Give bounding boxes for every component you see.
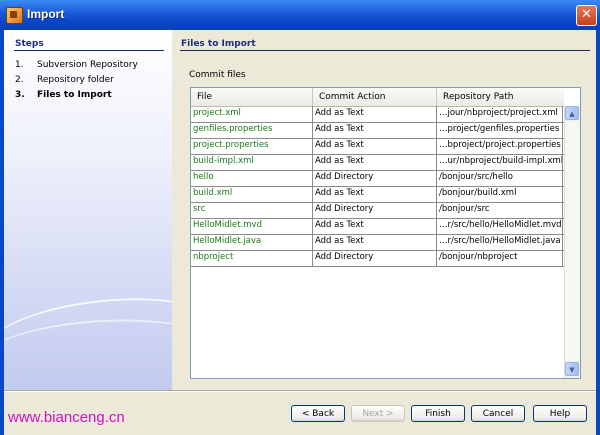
action-cell[interactable]: Add as Text [313,218,437,234]
step-number: 2. [15,75,24,85]
table-header: File Commit Action Repository Path [191,88,564,107]
file-cell: src [191,202,313,218]
path-cell: …jour/nbproject/project.xml [437,106,563,122]
scroll-up-button[interactable]: ▲ [565,106,579,120]
title-bar: Import ✕ [0,0,600,30]
close-icon: ✕ [581,7,592,22]
path-cell: /bonjour/build.xml [437,186,563,202]
next-button[interactable]: Next > [351,405,405,422]
table-row[interactable]: genfiles.properties Add as Text …project… [191,122,564,139]
file-cell: project.xml [191,106,313,122]
close-button[interactable]: ✕ [576,5,597,26]
file-cell: nbproject [191,250,313,266]
table-row[interactable]: HelloMidlet.java Add as Text …r/src/hell… [191,234,564,251]
file-cell: hello [191,170,313,186]
step-label: Files to Import [37,90,112,100]
table-row[interactable]: project.xml Add as Text …jour/nbproject/… [191,106,564,123]
window-frame-right [596,30,600,435]
arrow-up-icon: ▲ [569,110,575,118]
column-header-file[interactable]: File [191,88,313,106]
files-table: File Commit Action Repository Path proje… [190,87,581,379]
vertical-scrollbar[interactable]: ▲ ▼ [564,106,580,378]
step-item: 1. Subversion Repository [15,60,138,70]
step-item: 2. Repository folder [15,75,114,85]
step-label: Subversion Repository [37,60,138,70]
action-cell[interactable]: Add as Text [313,154,437,170]
action-cell[interactable]: Add as Text [313,106,437,122]
step-number: 1. [15,60,24,70]
divider [180,50,590,51]
main-panel: Files to Import Commit files File Commit… [172,30,596,390]
column-header-commit-action[interactable]: Commit Action [313,88,437,106]
steps-panel: Steps 1. Subversion Repository 2. Reposito… [4,30,172,390]
file-cell: build-impl.xml [191,154,313,170]
table-row[interactable]: build-impl.xml Add as Text …ur/nbproject… [191,154,564,171]
path-cell: /bonjour/src/hello [437,170,563,186]
finish-button[interactable]: Finish [411,405,465,422]
action-cell[interactable]: Add Directory [313,202,437,218]
file-cell: build.xml [191,186,313,202]
app-icon [6,7,23,24]
action-cell[interactable]: Add as Text [313,138,437,154]
page-title: Files to Import [181,39,256,49]
cancel-button[interactable]: Cancel [471,405,525,422]
action-cell[interactable]: Add Directory [313,170,437,186]
window-title: Import [27,7,65,21]
table-row[interactable]: HelloMidlet.mvd Add as Text …r/src/hello… [191,218,564,235]
table-row[interactable]: src Add Directory /bonjour/src [191,202,564,219]
path-cell: …ur/nbproject/build-impl.xml [437,154,563,170]
table-row[interactable]: nbproject Add Directory /bonjour/nbproje… [191,250,564,267]
file-cell: HelloMidlet.java [191,234,313,250]
path-cell: …bproject/project.properties [437,138,563,154]
column-header-repository-path[interactable]: Repository Path [437,88,564,106]
path-cell: …r/src/hello/HelloMidlet.java [437,234,563,250]
divider [4,391,596,392]
step-item-current: 3. Files to Import [15,90,112,100]
back-button[interactable]: < Back [291,405,345,422]
table-row[interactable]: hello Add Directory /bonjour/src/hello [191,170,564,187]
table-row[interactable]: build.xml Add as Text /bonjour/build.xml [191,186,564,203]
path-cell: …project/genfiles.properties [437,122,563,138]
action-cell[interactable]: Add as Text [313,186,437,202]
divider [14,50,164,51]
action-cell[interactable]: Add Directory [313,250,437,266]
file-cell: genfiles.properties [191,122,313,138]
scroll-down-button[interactable]: ▼ [565,362,579,376]
watermark-text: www.bianceng.cn [8,409,125,426]
path-cell: …r/src/hello/HelloMidlet.mvd [437,218,563,234]
help-button[interactable]: Help [533,405,587,422]
action-cell[interactable]: Add as Text [313,234,437,250]
path-cell: /bonjour/nbproject [437,250,563,266]
step-number: 3. [15,90,25,100]
path-cell: /bonjour/src [437,202,563,218]
commit-files-label: Commit files [189,70,246,80]
scroll-track[interactable] [565,122,579,360]
action-cell[interactable]: Add as Text [313,122,437,138]
arrow-down-icon: ▼ [569,366,575,374]
step-label: Repository folder [37,75,114,85]
steps-title: Steps [15,39,44,49]
file-cell: HelloMidlet.mvd [191,218,313,234]
table-row[interactable]: project.properties Add as Text …bproject… [191,138,564,155]
file-cell: project.properties [191,138,313,154]
